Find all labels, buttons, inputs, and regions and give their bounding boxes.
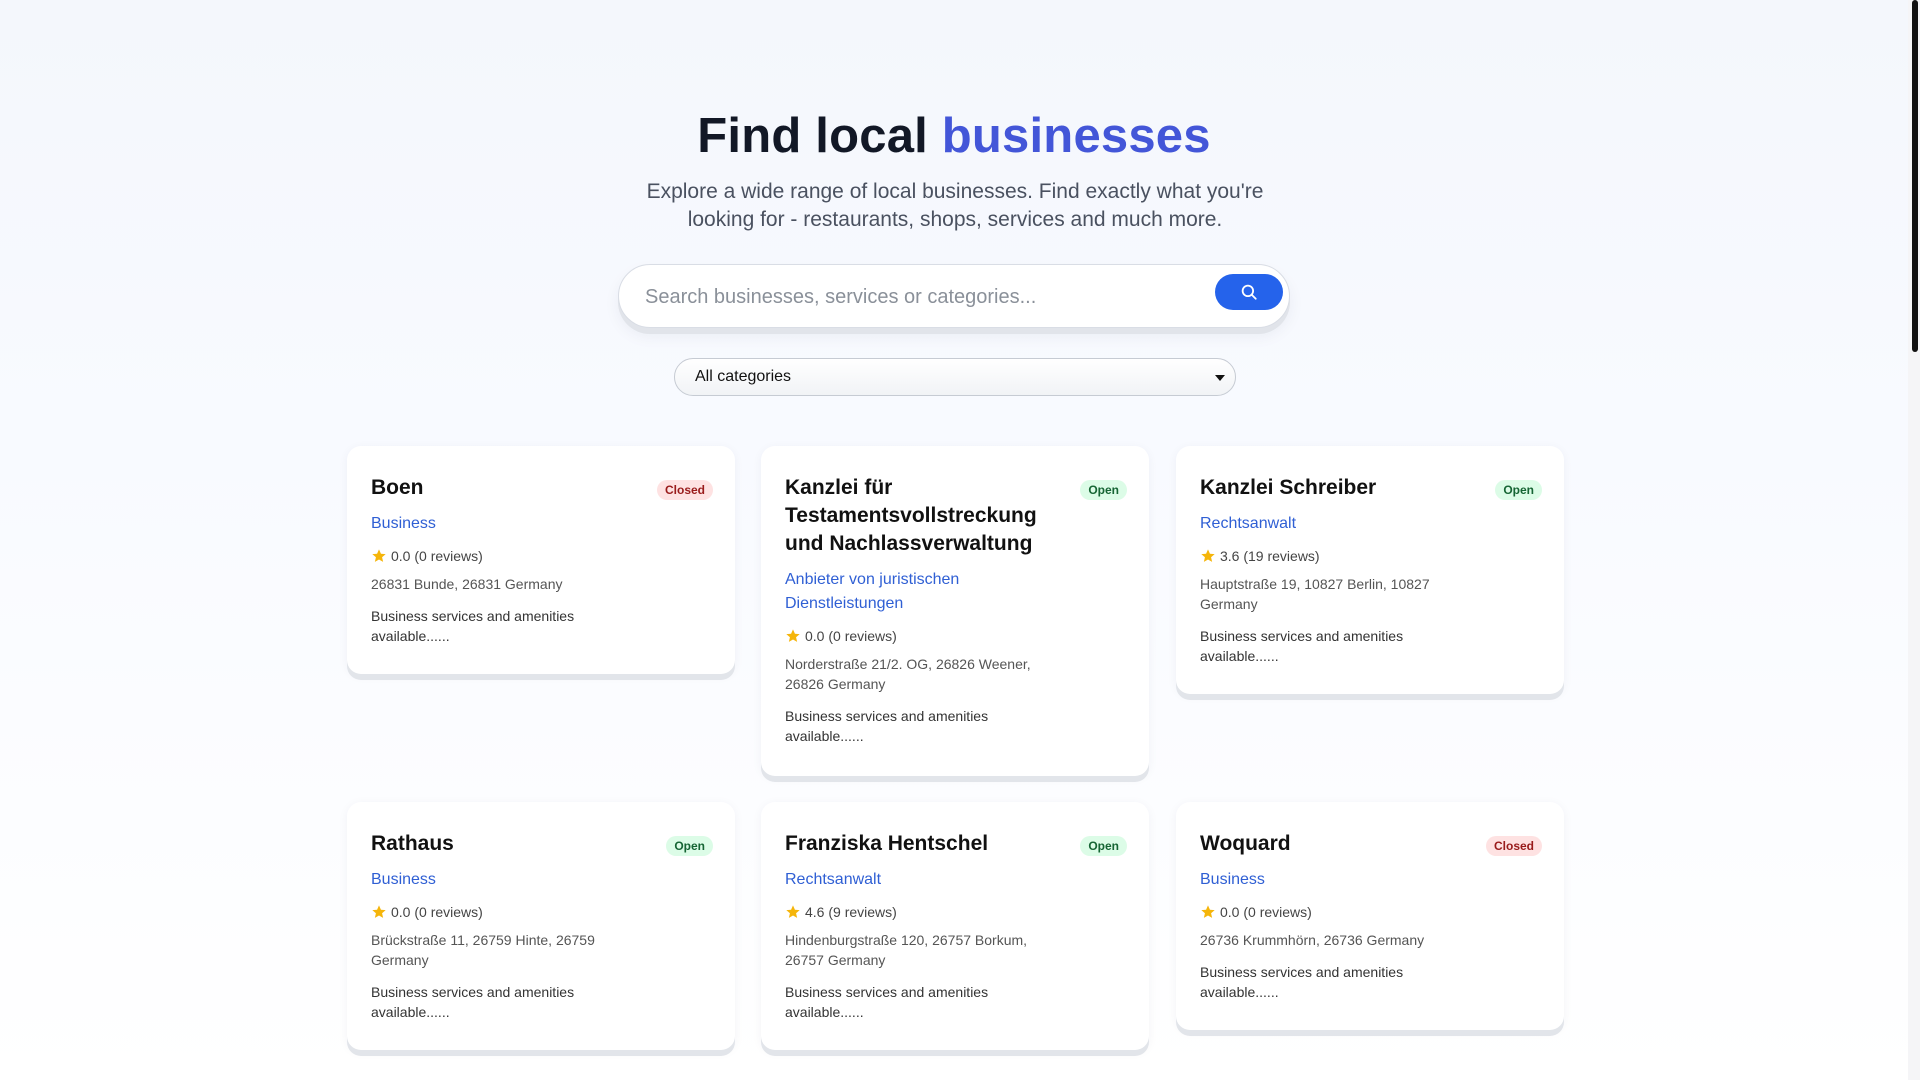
rating-text: 0.0 (0 reviews) bbox=[391, 548, 483, 564]
status-badge: Open bbox=[666, 836, 713, 856]
business-category-link[interactable]: Business bbox=[1200, 868, 1480, 892]
status-badge: Closed bbox=[1485, 836, 1542, 856]
business-name[interactable]: Boen bbox=[371, 474, 631, 502]
business-rating: 3.6 (19 reviews) bbox=[1200, 546, 1540, 566]
rating-text: 4.6 (9 reviews) bbox=[805, 904, 897, 920]
business-description: Business services and amenities availabl… bbox=[1200, 964, 1404, 1000]
search-input[interactable] bbox=[643, 279, 1207, 315]
scrollbar-track[interactable] bbox=[1908, 0, 1920, 1080]
business-rating: 0.0 (0 reviews) bbox=[785, 626, 1125, 646]
search-bar bbox=[618, 264, 1290, 328]
business-name[interactable]: Kanzlei Schreiber bbox=[1200, 474, 1460, 502]
rating-text: 0.0 (0 reviews) bbox=[391, 904, 483, 920]
business-description: Business services and amenities availabl… bbox=[371, 608, 575, 644]
search-button[interactable] bbox=[1215, 274, 1283, 310]
business-category-link[interactable]: Business bbox=[371, 512, 651, 536]
business-address: Brückstraße 11, 26759 Hinte, 26759 Germa… bbox=[371, 932, 595, 968]
business-description: Business services and amenities availabl… bbox=[1200, 628, 1404, 664]
business-category-link[interactable]: Business bbox=[371, 868, 651, 892]
rating-text: 0.0 (0 reviews) bbox=[805, 628, 897, 644]
status-badge: Open bbox=[1080, 836, 1127, 856]
business-rating: 0.0 (0 reviews) bbox=[371, 546, 711, 566]
business-category-link[interactable]: Anbieter von juristischen Dienstleistung… bbox=[785, 568, 1065, 616]
business-address: 26736 Krummhörn, 26736 Germany bbox=[1200, 932, 1425, 948]
rating-text: 0.0 (0 reviews) bbox=[1220, 904, 1312, 920]
star-icon bbox=[372, 549, 386, 562]
star-icon bbox=[786, 905, 800, 918]
business-card[interactable]: Franziska Hentschel Open Rechtsanwalt 4.… bbox=[761, 802, 1149, 1050]
category-select-value: All categories bbox=[695, 368, 792, 385]
star-icon bbox=[1201, 549, 1215, 562]
business-address: Hindenburgstraße 120, 26757 Borkum, 2675… bbox=[785, 932, 1028, 968]
star-icon bbox=[786, 629, 800, 642]
status-badge: Closed bbox=[656, 480, 713, 500]
business-description: Business services and amenities availabl… bbox=[371, 984, 575, 1020]
page-title-main: Find local bbox=[697, 109, 942, 163]
business-rating: 0.0 (0 reviews) bbox=[371, 902, 711, 922]
business-category-link[interactable]: Rechtsanwalt bbox=[785, 868, 1065, 892]
business-card[interactable]: Woquard Closed Business 0.0 (0 reviews) … bbox=[1176, 802, 1564, 1030]
star-icon bbox=[372, 905, 386, 918]
business-description: Business services and amenities availabl… bbox=[785, 984, 989, 1020]
business-name[interactable]: Woquard bbox=[1200, 830, 1460, 858]
chevron-down-icon bbox=[1215, 375, 1225, 381]
search-icon bbox=[1241, 284, 1257, 300]
business-name[interactable]: Kanzlei für Testamentsvollstreckung und … bbox=[785, 474, 1045, 558]
business-rating: 0.0 (0 reviews) bbox=[1200, 902, 1540, 922]
status-badge: Open bbox=[1080, 480, 1127, 500]
business-description: Business services and amenities availabl… bbox=[785, 708, 989, 744]
business-address: 26831 Bunde, 26831 Germany bbox=[371, 576, 563, 592]
page-title: Find local businesses bbox=[0, 108, 1908, 164]
category-select[interactable]: All categories bbox=[674, 358, 1236, 396]
rating-text: 3.6 (19 reviews) bbox=[1220, 548, 1320, 564]
business-rating: 4.6 (9 reviews) bbox=[785, 902, 1125, 922]
business-name[interactable]: Franziska Hentschel bbox=[785, 830, 1045, 858]
page: Find local businesses Explore a wide ran… bbox=[0, 0, 1908, 1080]
business-card[interactable]: Kanzlei für Testamentsvollstreckung und … bbox=[761, 446, 1149, 776]
status-badge: Open bbox=[1495, 480, 1542, 500]
business-address: Norderstraße 21/2. OG, 26826 Weener, 268… bbox=[785, 656, 1031, 692]
business-category-link[interactable]: Rechtsanwalt bbox=[1200, 512, 1480, 536]
page-subtitle: Explore a wide range of local businesses… bbox=[646, 180, 1264, 231]
star-icon bbox=[1201, 905, 1215, 918]
business-card[interactable]: Kanzlei Schreiber Open Rechtsanwalt 3.6 … bbox=[1176, 446, 1564, 694]
scrollbar-thumb[interactable] bbox=[1912, 0, 1918, 352]
business-card[interactable]: Rathaus Open Business 0.0 (0 reviews) Br… bbox=[347, 802, 735, 1050]
business-card[interactable]: Boen Closed Business 0.0 (0 reviews) 268… bbox=[347, 446, 735, 674]
business-address: Hauptstraße 19, 10827 Berlin, 10827 Germ… bbox=[1200, 576, 1430, 612]
page-title-accent: businesses bbox=[941, 109, 1211, 163]
business-name[interactable]: Rathaus bbox=[371, 830, 631, 858]
